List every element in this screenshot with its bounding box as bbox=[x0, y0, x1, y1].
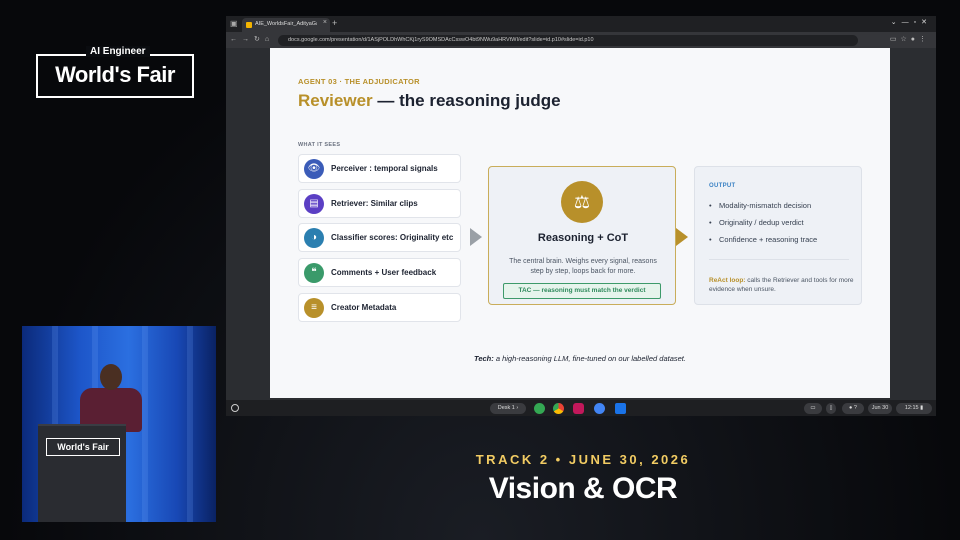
chat-app-icon[interactable] bbox=[594, 403, 605, 414]
output-item-text: Modality-mismatch decision bbox=[719, 201, 812, 210]
tab-search-icon[interactable]: ▣ bbox=[230, 19, 240, 29]
eye-icon: 👁 bbox=[304, 159, 324, 179]
session-title: Vision & OCR bbox=[488, 472, 678, 505]
input-label: Classifier scores: Originality etc bbox=[331, 233, 454, 242]
output-item: • Originality / dedup verdict bbox=[709, 218, 804, 227]
reasoning-description: The central brain. Weighs every signal, … bbox=[509, 258, 657, 275]
scale-icon: ⚖ bbox=[561, 181, 603, 223]
input-label: Perceiver : temporal signals bbox=[331, 164, 438, 173]
chrome-app-icon[interactable] bbox=[553, 403, 564, 414]
close-tab-icon[interactable]: × bbox=[323, 19, 327, 26]
output-label: OUTPUT bbox=[709, 183, 736, 189]
database-icon: ≡ bbox=[304, 298, 324, 318]
output-item: • Modality-mismatch decision bbox=[709, 201, 812, 210]
window-controls[interactable]: ⌄—▫✕ bbox=[891, 18, 932, 26]
new-tab-icon[interactable]: + bbox=[332, 18, 337, 28]
output-divider bbox=[709, 259, 849, 260]
input-card-perceiver: 👁 Perceiver : temporal signals bbox=[298, 154, 461, 183]
tac-badge: TAC — reasoning must match the verdict bbox=[503, 283, 661, 299]
clock-time: 12:15 bbox=[904, 405, 919, 411]
input-label: Creator Metadata bbox=[331, 303, 397, 312]
output-item-text: Originality / dedup verdict bbox=[719, 218, 804, 227]
speaker-camera-feed: World's Fair bbox=[22, 326, 216, 522]
tech-key: Tech: bbox=[474, 354, 494, 363]
tech-note: Tech: a high-reasoning LLM, fine-tuned o… bbox=[270, 354, 890, 363]
output-item: • Confidence + reasoning trace bbox=[709, 235, 818, 244]
input-card-comments: ❝ Comments + User feedback bbox=[298, 258, 461, 287]
event-logo-small-text: AI Engineer bbox=[86, 46, 150, 57]
output-card: OUTPUT • Modality-mismatch decision • Orig… bbox=[694, 166, 862, 305]
phone-hub-icon[interactable]: ▯ bbox=[826, 403, 836, 414]
desk-switcher[interactable]: Desk 1 › bbox=[490, 403, 526, 414]
tab-title: AIE_WorldsFair_AdityaGautam... bbox=[255, 21, 317, 27]
page-viewport: AGENT 03 · THE ADJUDICATOR Reviewer — th… bbox=[226, 48, 936, 400]
browser-tab[interactable]: AIE_WorldsFair_AdityaGautam... × bbox=[242, 18, 330, 32]
track-line: TRACK 2 • JUNE 30, 2026 bbox=[475, 452, 691, 467]
input-card-retriever: ▤ Retriever: Similar clips bbox=[298, 189, 461, 218]
stage: AI Engineer World's Fair World's Fair TR… bbox=[0, 0, 960, 540]
tab-bar: ▣ AIE_WorldsFair_AdityaGautam... × + ⌄—▫… bbox=[226, 16, 936, 32]
reasoning-card: ⚖ Reasoning + CoT The central brain. Wei… bbox=[488, 166, 676, 305]
slide-title: Reviewer — the reasoning judge bbox=[298, 91, 561, 111]
desk-label: Desk 1 bbox=[497, 405, 515, 411]
toolbar-icons[interactable]: ▭☆●⋮ bbox=[890, 35, 930, 43]
os-shelf: Desk 1 › ▭ ▯ ● ? Jun 30 12:15 ▮ bbox=[226, 400, 936, 416]
sheets-app-icon[interactable] bbox=[534, 403, 545, 414]
presentation-slide: AGENT 03 · THE ADJUDICATOR Reviewer — th… bbox=[270, 48, 890, 398]
slide-title-highlight: Reviewer bbox=[298, 91, 373, 110]
input-card-metadata: ≡ Creator Metadata bbox=[298, 293, 461, 322]
chevron-right-icon bbox=[470, 228, 482, 246]
slide-kicker: AGENT 03 · THE ADJUDICATOR bbox=[298, 77, 420, 86]
screen-tray-icon[interactable]: ▭ bbox=[804, 403, 822, 414]
output-item-text: Confidence + reasoning trace bbox=[719, 235, 818, 244]
date-tray[interactable]: Jun 30 bbox=[868, 403, 892, 414]
tech-text: a high-reasoning LLM, fine-tuned on our … bbox=[493, 354, 686, 363]
clock-tray[interactable]: 12:15 ▮ bbox=[896, 403, 932, 414]
reasoning-title: Reasoning + CoT bbox=[537, 232, 629, 244]
chevron-right-icon bbox=[676, 228, 688, 246]
status-tray-icon[interactable]: ● ? bbox=[842, 403, 864, 414]
url-text: docs.google.com/presentation/d/1ASjPOLDh… bbox=[288, 37, 594, 43]
slides-favicon-icon bbox=[246, 22, 252, 28]
react-loop-note: ReAct loop: calls the Retriever and tool… bbox=[709, 276, 857, 294]
speaker-head bbox=[100, 364, 122, 390]
input-label: Comments + User feedback bbox=[331, 268, 437, 277]
launcher-icon[interactable] bbox=[231, 404, 239, 412]
input-label: Retriever: Similar clips bbox=[331, 199, 418, 208]
event-logo-main-text: World's Fair bbox=[55, 62, 175, 87]
address-bar: ←→↻⌂ docs.google.com/presentation/d/1ASj… bbox=[226, 32, 936, 48]
files-app-icon[interactable] bbox=[615, 403, 626, 414]
chat-icon: ❝ bbox=[304, 263, 324, 283]
brain-icon: ◑ bbox=[304, 228, 324, 248]
input-card-classifier: ◑ Classifier scores: Originality etc bbox=[298, 223, 461, 252]
react-loop-key: ReAct loop: bbox=[709, 277, 746, 284]
document-icon: ▤ bbox=[304, 194, 324, 214]
url-field[interactable]: docs.google.com/presentation/d/1ASjPOLDh… bbox=[278, 35, 858, 46]
media-app-icon[interactable] bbox=[573, 403, 584, 414]
nav-buttons[interactable]: ←→↻⌂ bbox=[230, 35, 274, 43]
slide-title-rest: — the reasoning judge bbox=[372, 91, 561, 110]
browser-window: ▣ AIE_WorldsFair_AdityaGautam... × + ⌄—▫… bbox=[226, 16, 936, 416]
podium-logo: World's Fair bbox=[46, 438, 120, 456]
what-it-sees-label: WHAT IT SEES bbox=[298, 142, 341, 148]
